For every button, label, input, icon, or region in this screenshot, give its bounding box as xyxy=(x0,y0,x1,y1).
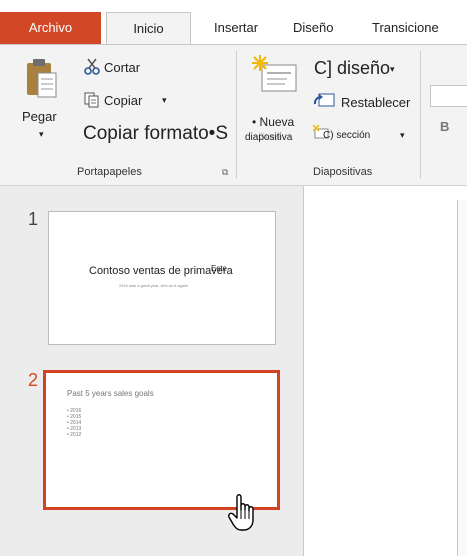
new-slide-label-2[interactable]: diapositiva xyxy=(245,132,292,143)
new-slide-label[interactable]: • Nueva xyxy=(252,115,294,129)
clipboard-launcher-icon[interactable]: ⧉ xyxy=(222,167,228,178)
tab-home[interactable]: Inicio xyxy=(106,12,191,44)
slide-subtitle: 2016 was a great year, let's do it again… xyxy=(119,283,189,288)
bold-button[interactable]: B xyxy=(440,119,449,134)
tab-transitions[interactable]: Transicione xyxy=(364,12,447,44)
tab-insert[interactable]: Insertar xyxy=(206,12,266,44)
ribbon-tab-bar: Archivo Inicio Insertar Diseño Transicio… xyxy=(0,0,467,44)
paste-dropdown-arrow[interactable]: ▾ xyxy=(39,129,44,140)
format-painter-button[interactable]: Copiar formato•S xyxy=(83,123,228,145)
reset-icon xyxy=(313,92,335,115)
section-button[interactable]: C) sección xyxy=(323,130,370,141)
format-painter-suffix: •S xyxy=(208,123,228,144)
slide-bullet-list: • 2016 • 2015 • 2014 • 2013 • 2012 xyxy=(67,408,81,438)
ribbon: Pegar ▾ Cortar Copiar ▾ Copiar formato•S… xyxy=(0,44,467,186)
copy-dropdown-arrow[interactable]: ▾ xyxy=(162,95,167,106)
hand-cursor-icon xyxy=(227,493,261,538)
tab-design[interactable]: Diseño xyxy=(285,12,341,44)
tab-file[interactable]: Archivo xyxy=(0,12,101,44)
new-slide-icon xyxy=(252,55,297,92)
new-slide-button[interactable] xyxy=(252,55,298,95)
layout-dropdown-arrow: ▾ xyxy=(390,63,395,74)
slide-number: 2 xyxy=(28,370,39,390)
slide-bullet: • 2012 xyxy=(67,432,82,438)
slides-group-label: Diapositivas xyxy=(313,166,373,178)
paste-button[interactable] xyxy=(24,55,64,101)
group-separator xyxy=(236,51,237,179)
slide-thumbnail-1[interactable]: Contoso ventas de primavera Este 2016 wa… xyxy=(48,211,276,345)
format-painter-label: Copiar formato xyxy=(83,123,209,144)
section-dropdown-arrow[interactable]: ▾ xyxy=(400,130,405,141)
cut-icon xyxy=(83,58,101,81)
copy-button[interactable]: Copiar xyxy=(104,93,142,108)
slide-editor-area[interactable] xyxy=(304,186,467,556)
slide-title-overlay: Este xyxy=(211,264,228,273)
font-name-box[interactable] xyxy=(430,85,467,107)
slide-thumbnail-2[interactable]: Past 5 years sales goals • 2016 • 2015 •… xyxy=(43,370,280,510)
slide-canvas-edge xyxy=(457,200,467,556)
cut-button[interactable]: Cortar xyxy=(104,60,140,75)
layout-label: C] diseño xyxy=(314,58,391,78)
layout-button[interactable]: C] diseño▾ xyxy=(314,58,395,79)
reset-button[interactable]: Restablecer xyxy=(341,95,410,110)
paste-label[interactable]: Pegar xyxy=(22,109,57,124)
clipboard-icon xyxy=(27,59,57,98)
group-separator xyxy=(420,51,421,179)
slide-number: 1 xyxy=(28,209,39,229)
copy-icon xyxy=(84,92,100,113)
clipboard-group-label: Portapapeles xyxy=(77,166,142,178)
slide-title: Past 5 years sales goals xyxy=(67,389,154,398)
